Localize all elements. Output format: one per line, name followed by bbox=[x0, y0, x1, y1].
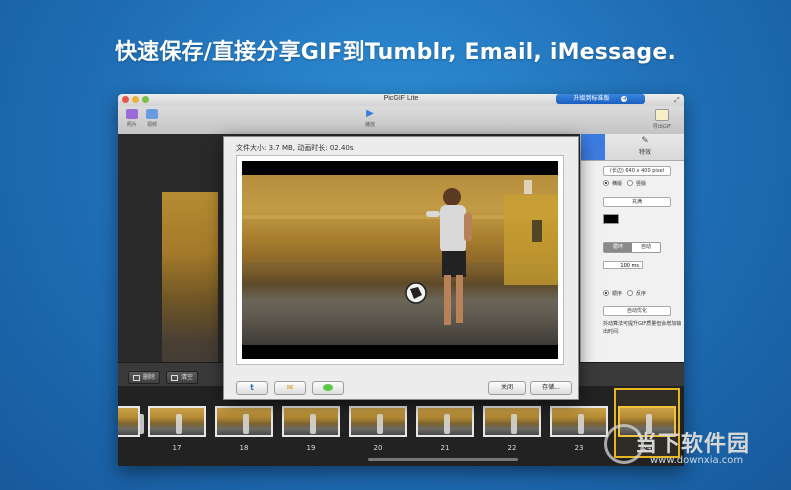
landscape-label: 横版 bbox=[612, 181, 623, 187]
loop-segmented-control[interactable]: 循环 自动 bbox=[603, 242, 661, 253]
promo-headline: 快速保存/直接分享GIF到Tumblr, Email, iMessage. bbox=[114, 40, 677, 65]
frame-thumbnail[interactable] bbox=[118, 406, 144, 437]
portrait-radio[interactable] bbox=[627, 180, 633, 186]
watermark-url: www.downxia.com bbox=[650, 455, 744, 466]
export-icon bbox=[655, 109, 669, 121]
tab-effects[interactable]: ✎ 特效 bbox=[607, 136, 683, 156]
delete-label: 删除 bbox=[143, 374, 156, 381]
frame-thumbnail-17[interactable] bbox=[148, 406, 206, 437]
play-button[interactable]: ▶ 播放 bbox=[356, 108, 384, 129]
frame-number: 19 bbox=[306, 444, 316, 452]
frame-thumbnail-19[interactable] bbox=[282, 406, 340, 437]
scene-drawing bbox=[242, 180, 558, 325]
delay-input[interactable]: 100 ms bbox=[603, 261, 643, 269]
email-share-button[interactable]: ✉ bbox=[274, 381, 306, 395]
size-select[interactable]: (长边) 640 x 400 pixel bbox=[603, 166, 671, 176]
strip-scrollbar[interactable] bbox=[368, 458, 518, 461]
photo-icon bbox=[126, 109, 138, 119]
video-icon bbox=[146, 109, 158, 119]
play-icon: ▶ bbox=[366, 108, 374, 119]
export-label: 导出GIF bbox=[652, 124, 672, 130]
frame-number: 21 bbox=[440, 444, 450, 452]
imessage-icon bbox=[323, 384, 333, 391]
frame-number: 17 bbox=[172, 444, 182, 452]
frame-number: 20 bbox=[373, 444, 383, 452]
background-color-swatch[interactable] bbox=[603, 214, 619, 224]
fill-select[interactable]: 充满 bbox=[603, 197, 671, 207]
export-gif-button[interactable]: 导出GIF bbox=[648, 109, 676, 130]
landscape-radio[interactable] bbox=[603, 180, 609, 186]
reverse-order-radio[interactable] bbox=[627, 290, 633, 296]
optimize-select[interactable]: 自动优化 bbox=[603, 306, 671, 316]
upgrade-label: 升级到标准版 bbox=[573, 95, 610, 102]
frame-thumbnail-22[interactable] bbox=[483, 406, 541, 437]
add-photo-label: 照片 bbox=[126, 122, 137, 128]
imessage-share-button[interactable] bbox=[312, 381, 344, 395]
forward-order-label: 顺序 bbox=[612, 291, 623, 297]
tab-general[interactable] bbox=[581, 134, 605, 160]
frame-number: 22 bbox=[507, 444, 517, 452]
tumblr-icon: t bbox=[250, 383, 254, 392]
email-icon: ✉ bbox=[286, 383, 294, 392]
clear-icon bbox=[171, 374, 178, 381]
preview-photo bbox=[242, 175, 558, 345]
title-bar: PicGIF Lite 升级到标准版 ➜ ⤢ bbox=[118, 94, 684, 106]
frame-thumbnail-18[interactable] bbox=[215, 406, 273, 437]
gif-preview-frame bbox=[236, 155, 564, 365]
gif-preview bbox=[242, 161, 558, 359]
tumblr-share-button[interactable]: t bbox=[236, 381, 268, 395]
frame-number: 18 bbox=[239, 444, 249, 452]
toolbar: 照片 视频 ▶ 播放 导出GIF bbox=[118, 106, 684, 135]
add-video-label: 视频 bbox=[146, 122, 157, 128]
settings-panel: ✎ 特效 (长边) 640 x 400 pixel 横版 竖版 充满 循环 自动… bbox=[580, 134, 684, 362]
delete-button[interactable]: 删除 bbox=[128, 371, 161, 384]
watermark-text: 当下软件园 bbox=[635, 432, 751, 457]
portrait-label: 竖版 bbox=[636, 181, 647, 187]
export-dialog: 文件大小: 3.7 MB, 动画时长: 02.40s t ✉ 关闭 存储... bbox=[223, 136, 579, 400]
tab-effects-label: 特效 bbox=[638, 149, 651, 156]
settings-tabs: ✎ 特效 bbox=[581, 134, 684, 161]
close-dialog-button[interactable]: 关闭 bbox=[488, 381, 526, 395]
reverse-order-label: 反序 bbox=[636, 291, 647, 297]
clear-button[interactable]: 清空 bbox=[166, 371, 199, 384]
frame-number: 23 bbox=[574, 444, 584, 452]
frame-thumbnail-23[interactable] bbox=[550, 406, 608, 437]
auto-option[interactable]: 自动 bbox=[632, 243, 660, 252]
frame-thumbnail-21[interactable] bbox=[416, 406, 474, 437]
delete-icon bbox=[133, 374, 140, 381]
clear-label: 清空 bbox=[181, 374, 194, 381]
fullscreen-icon[interactable]: ⤢ bbox=[674, 96, 680, 105]
optimize-note: 抖动算法可提升GIF质量但会增加输出时间. bbox=[603, 321, 682, 335]
play-label: 播放 bbox=[364, 122, 375, 128]
save-as-button[interactable]: 存储... bbox=[530, 381, 572, 395]
upgrade-button[interactable]: 升级到标准版 ➜ bbox=[556, 94, 645, 104]
arrow-right-icon: ➜ bbox=[621, 95, 628, 102]
frame-thumbnail-20[interactable] bbox=[349, 406, 407, 437]
loop-option[interactable]: 循环 bbox=[604, 243, 632, 252]
file-info: 文件大小: 3.7 MB, 动画时长: 02.40s bbox=[236, 144, 354, 152]
forward-order-radio[interactable] bbox=[603, 290, 609, 296]
wrench-icon: ✎ bbox=[641, 136, 649, 146]
add-video-button[interactable]: 视频 bbox=[138, 109, 166, 128]
